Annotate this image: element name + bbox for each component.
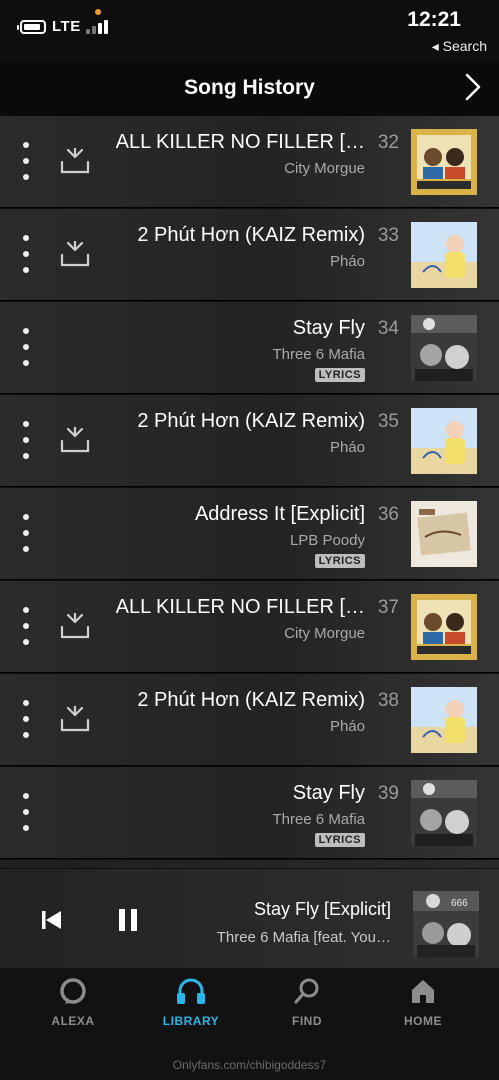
album-art[interactable] <box>411 408 477 474</box>
now-playing-bar[interactable]: Stay Fly [Explicit] Three 6 Mafia [feat.… <box>0 868 499 969</box>
header: Song History <box>0 62 499 116</box>
track-artist: Pháo <box>329 253 365 270</box>
download-icon[interactable] <box>58 146 92 176</box>
more-options-icon[interactable] <box>14 326 38 370</box>
nav-alexa-label: ALEXA <box>51 1014 95 1028</box>
previous-icon[interactable] <box>40 909 64 931</box>
album-art[interactable] <box>411 687 477 753</box>
track-title: 2 Phút Hơn (KAIZ Remix) <box>137 224 365 246</box>
nav-alexa[interactable]: ALEXA <box>28 976 118 1036</box>
track-number: 39 <box>377 783 399 804</box>
track-number: 38 <box>377 690 399 711</box>
track-artist: LPB Poody <box>289 532 365 549</box>
track-artist: Three 6 Mafia <box>272 811 365 828</box>
search-icon <box>294 978 319 1004</box>
song-history-list[interactable]: 32 ALL KILLER NO FILLER [… City Morgue 3… <box>0 116 499 868</box>
now-playing-album-art[interactable]: 666 <box>413 891 479 957</box>
alexa-icon <box>60 978 86 1004</box>
more-options-icon[interactable] <box>14 698 38 742</box>
track-title: Stay Fly <box>292 317 365 339</box>
svg-text:666: 666 <box>451 898 468 909</box>
track-title: 2 Phút Hơn (KAIZ Remix) <box>137 410 365 432</box>
track-artist: Pháo <box>329 439 365 456</box>
download-icon[interactable] <box>58 611 92 641</box>
nav-find[interactable]: FIND <box>262 976 352 1036</box>
nav-library-label: LIBRARY <box>162 1014 220 1028</box>
home-icon <box>412 980 434 1003</box>
nav-library[interactable]: LIBRARY <box>146 976 236 1036</box>
album-art[interactable] <box>411 780 477 846</box>
pause-icon[interactable] <box>116 907 140 933</box>
track-row-partial[interactable] <box>0 860 499 868</box>
bottom-navigation: HOME FIND LIBRARY ALEXA Onlyfans.com/chi… <box>0 968 499 1080</box>
lyrics-badge: LYRICS <box>314 368 365 382</box>
track-number: 37 <box>377 597 399 618</box>
watermark-text: Onlyfans.com/chibigoddess7 <box>172 1058 327 1072</box>
status-bar: LTE 12:21 ◂ Search <box>0 0 499 62</box>
track-row[interactable]: 33 2 Phút Hơn (KAIZ Remix) Pháo <box>0 209 499 301</box>
more-options-icon[interactable] <box>14 791 38 835</box>
status-time: 12:21 <box>407 8 461 31</box>
album-art[interactable] <box>411 594 477 660</box>
track-artist: Three 6 Mafia <box>272 346 365 363</box>
now-playing-artist: Three 6 Mafia [feat. You… <box>216 929 391 946</box>
album-art[interactable] <box>411 129 477 195</box>
network-label: LTE <box>52 18 81 35</box>
battery-icon <box>17 20 46 34</box>
album-art[interactable] <box>411 501 477 567</box>
more-options-icon[interactable] <box>14 605 38 649</box>
track-row[interactable]: 36 Address It [Explicit] LPB Poody LYRIC… <box>0 488 499 580</box>
lyrics-badge: LYRICS <box>314 554 365 568</box>
more-options-icon[interactable] <box>14 140 38 184</box>
track-row[interactable]: 35 2 Phút Hơn (KAIZ Remix) Pháo <box>0 395 499 487</box>
track-number: 32 <box>377 132 399 153</box>
more-options-icon[interactable] <box>14 419 38 463</box>
nav-find-label: FIND <box>292 1014 322 1028</box>
album-art[interactable] <box>411 222 477 288</box>
track-artist: City Morgue <box>284 625 365 642</box>
lyrics-badge: LYRICS <box>314 833 365 847</box>
track-row[interactable]: 34 Stay Fly Three 6 Mafia LYRICS <box>0 302 499 394</box>
nav-home[interactable]: HOME <box>378 976 468 1036</box>
track-number: 35 <box>377 411 399 432</box>
chevron-right-icon[interactable] <box>461 72 485 102</box>
track-row[interactable]: 37 ALL KILLER NO FILLER [… City Morgue <box>0 581 499 673</box>
now-playing-title: Stay Fly [Explicit] <box>253 899 391 919</box>
download-icon[interactable] <box>58 704 92 734</box>
headphones-icon <box>177 978 205 1004</box>
track-title: ALL KILLER NO FILLER [… <box>115 131 365 153</box>
track-title: 2 Phút Hơn (KAIZ Remix) <box>137 689 365 711</box>
nav-home-label: HOME <box>404 1014 442 1028</box>
more-options-icon[interactable] <box>14 512 38 556</box>
download-icon[interactable] <box>58 425 92 455</box>
more-options-icon[interactable] <box>14 233 38 277</box>
track-row[interactable]: 32 ALL KILLER NO FILLER [… City Morgue <box>0 116 499 208</box>
album-art[interactable] <box>411 315 477 381</box>
track-artist: Pháo <box>329 718 365 735</box>
track-number: 36 <box>377 504 399 525</box>
track-number: 34 <box>377 318 399 339</box>
privacy-indicator-dot <box>95 9 101 15</box>
track-number: 33 <box>377 225 399 246</box>
track-row[interactable]: 38 2 Phút Hơn (KAIZ Remix) Pháo <box>0 674 499 766</box>
signal-icon <box>86 18 112 34</box>
track-artist: City Morgue <box>284 160 365 177</box>
page-title: Song History <box>184 76 315 99</box>
back-to-search-link[interactable]: ◂ Search <box>432 38 487 55</box>
track-title: ALL KILLER NO FILLER [… <box>115 596 365 618</box>
track-row[interactable]: 39 Stay Fly Three 6 Mafia LYRICS <box>0 767 499 859</box>
track-title: Address It [Explicit] <box>194 503 365 525</box>
download-icon[interactable] <box>58 239 92 269</box>
track-title: Stay Fly <box>292 782 365 804</box>
